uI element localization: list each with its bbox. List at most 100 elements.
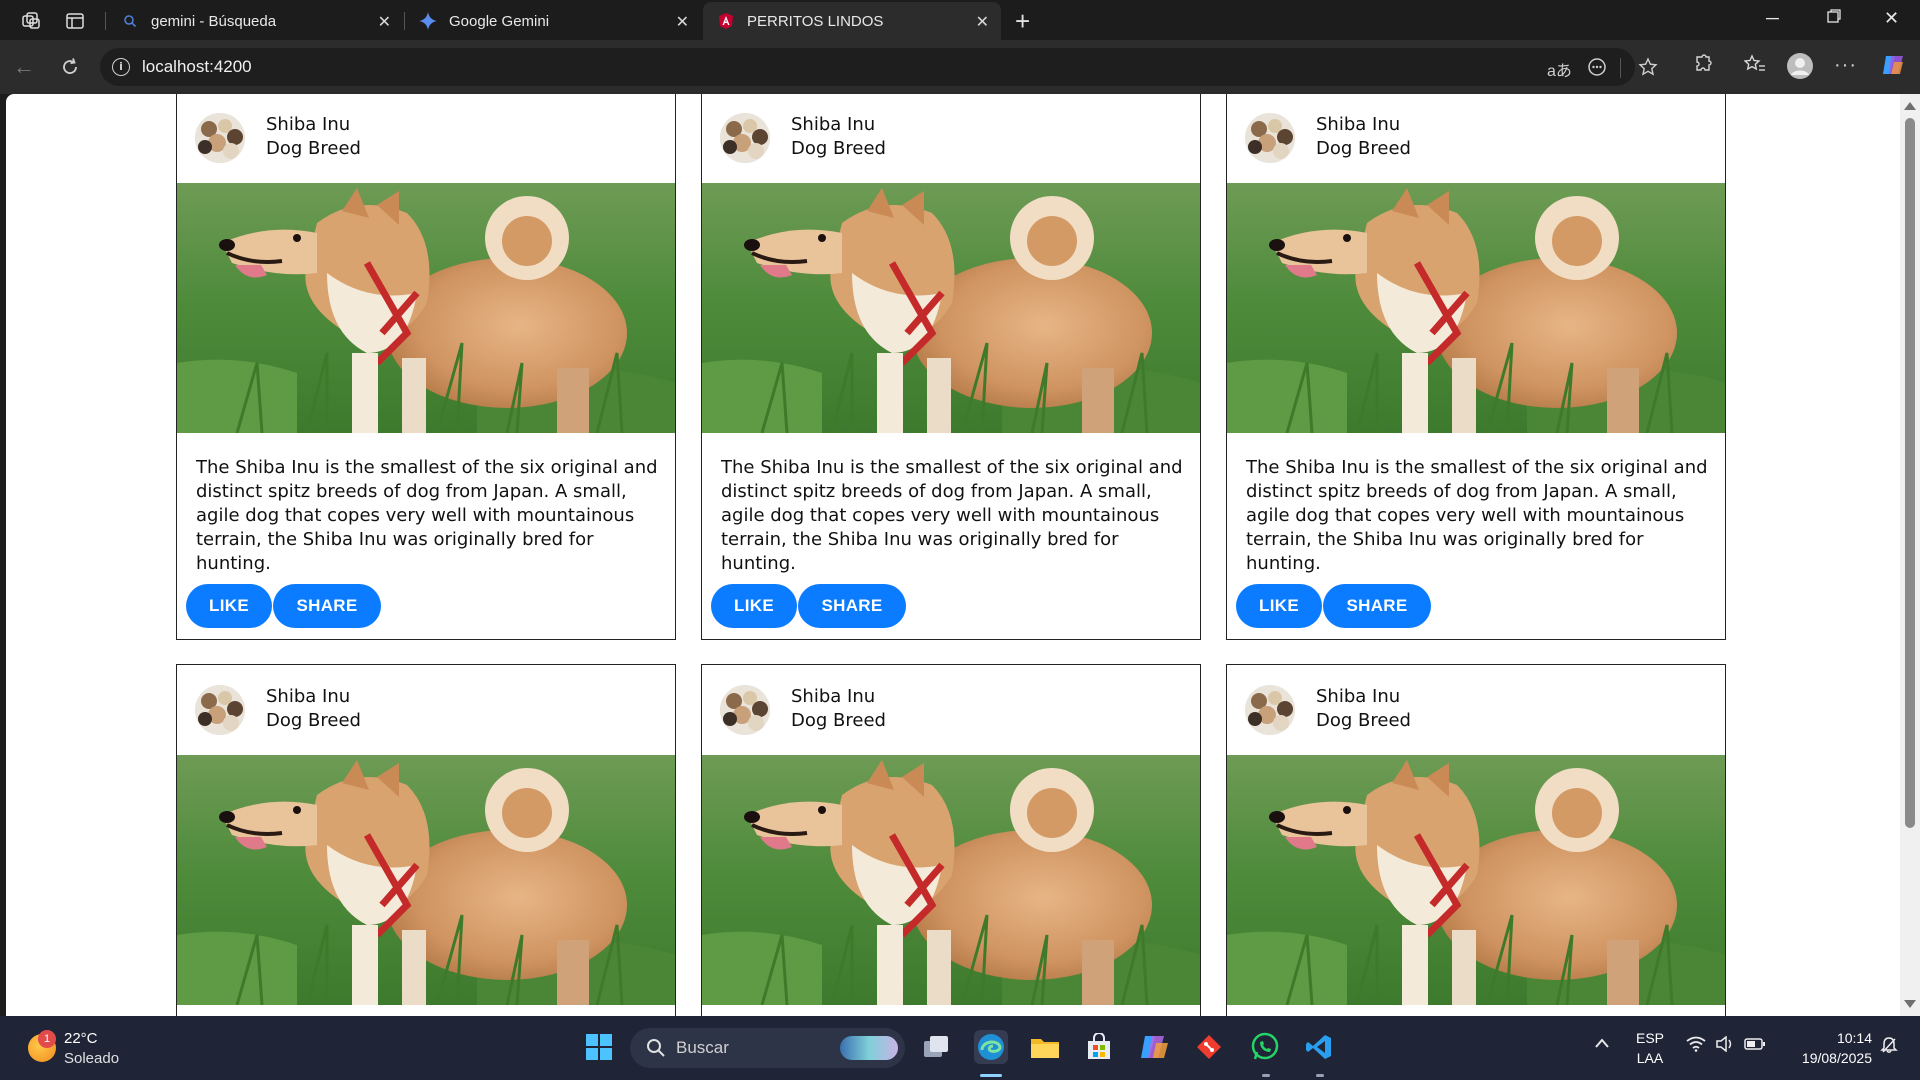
file-explorer-icon[interactable] — [1028, 1030, 1062, 1064]
start-button[interactable] — [582, 1030, 616, 1064]
back-button[interactable]: ← — [12, 54, 36, 79]
dog-card: Shiba Inu Dog Breed The Shiba Inu is the… — [1226, 94, 1726, 640]
card-title: Shiba Inu — [266, 114, 351, 135]
wifi-icon[interactable] — [1686, 1036, 1706, 1056]
restore-button[interactable] — [1826, 8, 1842, 29]
language-indicator[interactable]: ESP LAA — [1630, 1030, 1670, 1066]
dogs-avatar — [195, 685, 245, 735]
share-button[interactable]: SHARE — [1323, 584, 1431, 628]
close-window-button[interactable]: ✕ — [1884, 8, 1899, 29]
volume-icon[interactable] — [1716, 1035, 1734, 1056]
search-icon — [646, 1038, 666, 1063]
notification-badge: 1 — [38, 1030, 56, 1048]
shiba-inu-photo — [702, 183, 1200, 433]
like-button[interactable]: LIKE — [1236, 584, 1322, 628]
show-hidden-icons-chevron[interactable] — [1594, 1036, 1610, 1053]
dog-card: Shiba Inu Dog Breed — [1226, 664, 1726, 1016]
card-header: Shiba Inu Dog Breed — [177, 94, 675, 183]
tab-label: gemini - Búsqueda — [151, 12, 277, 30]
microsoft-store-icon[interactable] — [1082, 1030, 1116, 1064]
search-icon — [121, 12, 139, 30]
page-viewport: Shiba Inu Dog Breed The Shiba Inu is the… — [6, 94, 1920, 1016]
vscode-icon[interactable] — [1302, 1030, 1336, 1064]
card-header: Shiba Inu Dog Breed — [177, 665, 675, 755]
address-separator — [1620, 58, 1621, 78]
card-title: Shiba Inu — [1316, 686, 1401, 707]
keyboard-layout: LAA — [1636, 1050, 1664, 1066]
dogs-avatar — [720, 113, 770, 163]
favorite-star-icon[interactable] — [1638, 57, 1658, 82]
scroll-thumb[interactable] — [1905, 118, 1915, 828]
task-view-icon[interactable] — [920, 1030, 954, 1064]
favorites-icon[interactable] — [1743, 54, 1766, 80]
vertical-scrollbar[interactable] — [1900, 94, 1920, 1016]
dog-card: Shiba Inu Dog Breed The Shiba Inu is the… — [701, 94, 1201, 640]
shiba-inu-photo — [1227, 183, 1725, 433]
new-tab-button[interactable]: + — [1015, 6, 1030, 37]
taskbar-search[interactable]: Buscar — [630, 1028, 905, 1068]
more-options-circle-icon[interactable] — [1587, 57, 1607, 82]
address-bar[interactable]: i localhost:4200 aあ — [100, 48, 1658, 86]
profile-avatar-icon[interactable] — [1786, 52, 1814, 86]
navigation-bar: ← i localhost:4200 aあ ··· — [0, 40, 1920, 94]
language-code: ESP — [1635, 1030, 1664, 1046]
card-subtitle: Dog Breed — [791, 710, 886, 731]
card-subtitle: Dog Breed — [1316, 138, 1411, 159]
search-placeholder: Buscar — [676, 1038, 729, 1057]
dogs-avatar — [1245, 113, 1295, 163]
whatsapp-icon[interactable] — [1248, 1030, 1282, 1064]
dogs-avatar — [195, 113, 245, 163]
card-header: Shiba Inu Dog Breed — [1227, 94, 1725, 183]
edge-app-icon[interactable] — [974, 1030, 1008, 1064]
close-tab-icon[interactable]: ✕ — [676, 12, 689, 32]
tab-label: PERRITOS LINDOS — [747, 12, 884, 30]
card-title: Shiba Inu — [266, 686, 351, 707]
card-header: Shiba Inu Dog Breed — [702, 665, 1200, 755]
notifications-bell-icon[interactable] — [1880, 1036, 1898, 1058]
shiba-inu-photo — [702, 755, 1200, 1005]
shiba-inu-photo — [177, 755, 675, 1005]
battery-icon[interactable] — [1744, 1037, 1766, 1055]
workspaces-icon[interactable] — [18, 8, 44, 34]
dogs-avatar — [720, 685, 770, 735]
gemini-icon — [419, 12, 437, 30]
close-tab-icon[interactable]: ✕ — [976, 12, 989, 32]
vertical-tabs-icon[interactable] — [62, 8, 88, 34]
close-tab-icon[interactable]: ✕ — [378, 12, 391, 32]
clock[interactable]: 10:14 19/08/2025 — [1782, 1030, 1872, 1066]
extensions-icon[interactable] — [1692, 54, 1712, 80]
card-title: Shiba Inu — [791, 686, 876, 707]
card-subtitle: Dog Breed — [1316, 710, 1411, 731]
like-button[interactable]: LIKE — [711, 584, 797, 628]
settings-more-icon[interactable]: ··· — [1834, 54, 1857, 77]
scroll-down-arrow[interactable] — [1904, 1000, 1916, 1008]
card-description: The Shiba Inu is the smallest of the six… — [196, 457, 658, 574]
card-subtitle: Dog Breed — [266, 138, 361, 159]
scroll-up-arrow[interactable] — [1904, 102, 1916, 110]
weather-condition: Soleado — [64, 1050, 120, 1067]
vscode-indicator — [1316, 1074, 1324, 1077]
tab-gemini-search[interactable]: gemini - Búsqueda ✕ — [107, 2, 403, 40]
minimize-button[interactable]: ─ — [1766, 8, 1779, 29]
read-aloud-icon[interactable]: aあ — [1547, 57, 1572, 81]
card-description: The Shiba Inu is the smallest of the six… — [721, 457, 1183, 574]
copilot-icon[interactable] — [1880, 52, 1906, 84]
git-app-icon[interactable] — [1192, 1030, 1226, 1064]
refresh-button[interactable] — [58, 55, 82, 79]
shiba-inu-photo — [1227, 755, 1725, 1005]
tab-separator — [105, 12, 106, 30]
weather-temperature: 22°C — [64, 1030, 98, 1047]
angular-icon — [717, 12, 735, 30]
share-button[interactable]: SHARE — [273, 584, 381, 628]
whatsapp-indicator — [1262, 1074, 1270, 1077]
card-title: Shiba Inu — [1316, 114, 1401, 135]
url-text[interactable]: localhost:4200 — [142, 57, 252, 77]
tab-perritos-lindos[interactable]: PERRITOS LINDOS ✕ — [703, 2, 1001, 40]
copilot-app-icon[interactable] — [1138, 1030, 1172, 1064]
share-button[interactable]: SHARE — [798, 584, 906, 628]
site-info-icon[interactable]: i — [112, 58, 130, 76]
tab-google-gemini[interactable]: Google Gemini ✕ — [405, 2, 701, 40]
like-button[interactable]: LIKE — [186, 584, 272, 628]
card-header: Shiba Inu Dog Breed — [702, 94, 1200, 183]
windows-taskbar: 1 22°C Soleado Buscar ESP LAA 10:14 19/0… — [0, 1016, 1920, 1080]
